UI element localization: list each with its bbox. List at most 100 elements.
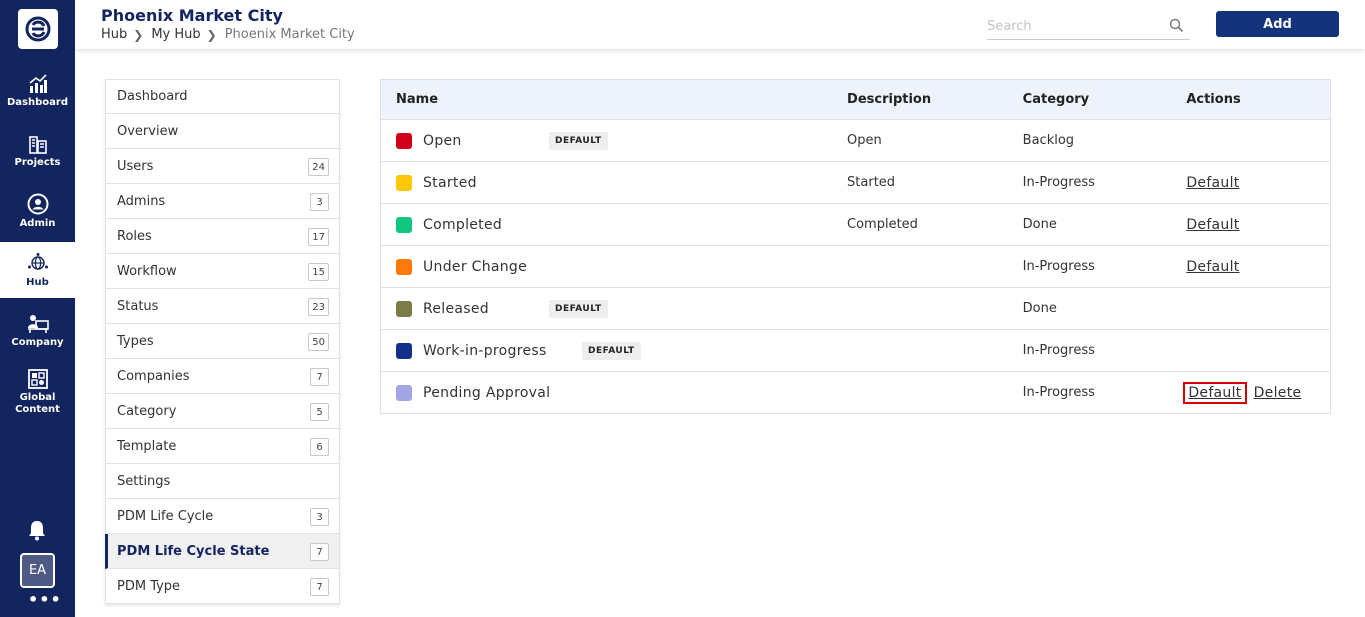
color-swatch xyxy=(396,342,412,359)
buildings-icon xyxy=(28,135,47,154)
state-name: Under Change xyxy=(423,258,528,275)
header-name: Name xyxy=(396,92,439,107)
menu-item-category[interactable]: Category 5 xyxy=(105,394,340,429)
menu-item-label: Companies xyxy=(117,368,190,384)
actions-cell: Default xyxy=(1175,259,1330,275)
menu-item-label: Category xyxy=(117,403,177,419)
count-badge: 7 xyxy=(310,543,329,561)
state-name: Pending Approval xyxy=(423,384,551,401)
menu-item-label: Overview xyxy=(117,123,179,139)
rail-admin[interactable]: Admin xyxy=(0,183,75,239)
app-logo[interactable] xyxy=(18,9,58,49)
count-badge: 3 xyxy=(310,193,329,211)
category-cell: Backlog xyxy=(1022,133,1075,148)
menu-item-label: Admins xyxy=(117,193,166,209)
menu-item-dashboard[interactable]: Dashboard xyxy=(105,79,340,114)
menu-item-settings[interactable]: Settings xyxy=(105,464,340,499)
menu-item-template[interactable]: Template 6 xyxy=(105,429,340,464)
count-badge: 23 xyxy=(308,298,329,316)
table-row: Started Started In-Progress Default xyxy=(381,162,1330,204)
name-cell: Started xyxy=(381,162,832,203)
rail-label: Admin xyxy=(19,217,56,229)
menu-item-label: PDM Type xyxy=(117,578,181,594)
avatar[interactable]: EA xyxy=(20,553,55,588)
table-row: Under Change In-Progress Default xyxy=(381,246,1330,288)
search-input[interactable] xyxy=(987,19,1167,34)
set-default-link[interactable]: Default xyxy=(1186,217,1239,233)
menu-item-companies[interactable]: Companies 7 xyxy=(105,359,340,394)
rail-global-content[interactable]: Global Content xyxy=(0,363,75,421)
state-name: Released xyxy=(423,300,489,317)
set-default-link[interactable]: Default xyxy=(1186,259,1239,275)
actions-cell: Default xyxy=(1175,217,1330,233)
breadcrumb-my-hub[interactable]: My Hub xyxy=(151,27,200,42)
menu-item-label: Users xyxy=(117,158,154,174)
e-logo-icon xyxy=(25,16,51,42)
breadcrumb-hub[interactable]: Hub xyxy=(101,27,127,42)
rail-projects[interactable]: Projects xyxy=(0,123,75,179)
color-swatch xyxy=(396,258,412,275)
table-row: Open DEFAULT Open Backlog xyxy=(381,120,1330,162)
count-badge: 3 xyxy=(310,508,329,526)
state-name: Started xyxy=(423,174,477,191)
description-cell: Completed xyxy=(847,217,918,232)
name-cell: Pending Approval xyxy=(381,372,832,413)
menu-item-label: Settings xyxy=(117,473,171,489)
rail-label: Company xyxy=(11,336,64,348)
set-default-link[interactable]: Default xyxy=(1186,175,1239,191)
rail-label: Dashboard xyxy=(7,96,68,108)
state-name: Open xyxy=(423,132,462,149)
breadcrumb-current: Phoenix Market City xyxy=(224,27,355,42)
chart-icon xyxy=(28,73,47,93)
menu-item-label: Workflow xyxy=(117,263,177,279)
rail-dashboard[interactable]: Dashboard xyxy=(0,63,75,119)
count-badge: 6 xyxy=(310,438,329,456)
menu-item-label: Roles xyxy=(117,228,152,244)
delete-link[interactable]: Delete xyxy=(1254,385,1302,401)
search-box xyxy=(987,14,1190,40)
rail-label: Global Content xyxy=(15,391,60,415)
menu-item-overview[interactable]: Overview xyxy=(105,114,340,149)
chevron-right-icon: ❯ xyxy=(206,27,217,42)
count-badge: 15 xyxy=(308,263,329,281)
menu-item-users[interactable]: Users 24 xyxy=(105,149,340,184)
category-cell: In-Progress xyxy=(1022,259,1095,274)
color-swatch xyxy=(396,216,412,233)
add-button[interactable]: Add xyxy=(1216,11,1339,37)
name-cell: Open DEFAULT xyxy=(381,120,832,161)
count-badge: 50 xyxy=(308,333,329,351)
state-name: Completed xyxy=(423,216,503,233)
more-menu-button[interactable]: ••• xyxy=(28,592,61,609)
menu-item-pdm-type[interactable]: PDM Type 7 xyxy=(105,569,340,604)
menu-item-label: Types xyxy=(117,333,154,349)
default-badge: DEFAULT xyxy=(582,342,641,360)
menu-item-pdm-life-cycle-state[interactable]: PDM Life Cycle State 7 xyxy=(105,534,340,569)
chevron-right-icon: ❯ xyxy=(133,27,144,42)
menu-item-workflow[interactable]: Workflow 15 xyxy=(105,254,340,289)
menu-item-label: PDM Life Cycle xyxy=(117,508,214,524)
top-header: Phoenix Market City Hub ❯ My Hub ❯ Phoen… xyxy=(75,0,1365,49)
menu-item-pdm-life-cycle[interactable]: PDM Life Cycle 3 xyxy=(105,499,340,534)
menu-item-admins[interactable]: Admins 3 xyxy=(105,184,340,219)
hub-globe-icon xyxy=(27,252,48,270)
rail-hub[interactable]: Hub xyxy=(0,242,75,298)
notifications-button[interactable] xyxy=(27,519,47,545)
rail-company[interactable]: Company xyxy=(0,303,75,359)
count-badge: 17 xyxy=(308,228,329,246)
count-badge: 7 xyxy=(310,578,329,596)
admin-user-icon xyxy=(27,193,48,214)
color-swatch xyxy=(396,132,412,149)
count-badge: 5 xyxy=(310,403,329,421)
menu-item-types[interactable]: Types 50 xyxy=(105,324,340,359)
rail-label: Projects xyxy=(14,156,61,168)
name-cell: Completed xyxy=(381,204,832,245)
menu-item-roles[interactable]: Roles 17 xyxy=(105,219,340,254)
default-badge: DEFAULT xyxy=(549,300,608,318)
name-cell: Work-in-progress DEFAULT xyxy=(381,330,832,371)
header-description: Description xyxy=(847,92,932,107)
set-default-link[interactable]: Default xyxy=(1183,381,1247,404)
header-category: Category xyxy=(1022,92,1090,107)
name-cell: Released DEFAULT xyxy=(381,288,832,329)
search-icon[interactable] xyxy=(1169,18,1184,33)
menu-item-status[interactable]: Status 23 xyxy=(105,289,340,324)
